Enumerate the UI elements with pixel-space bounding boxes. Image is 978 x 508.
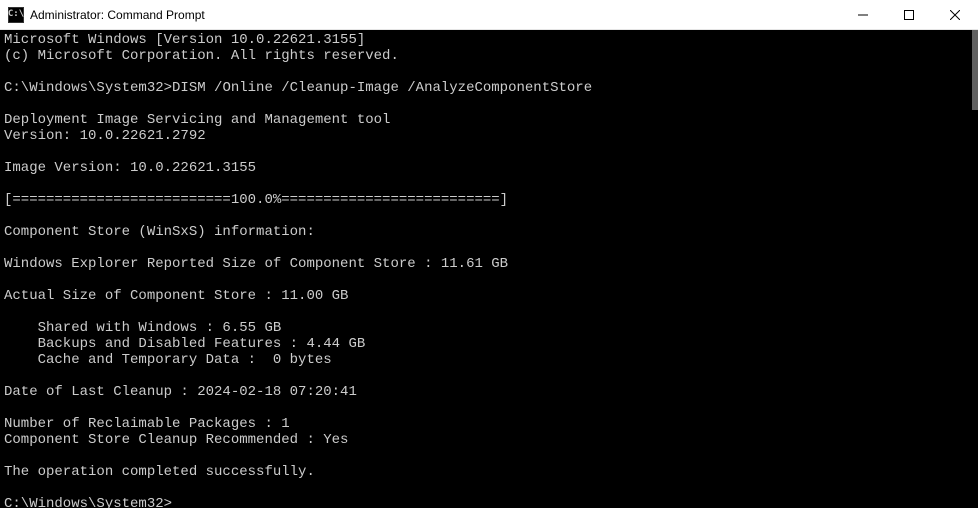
prompt-path: C:\Windows\System32> <box>4 80 172 96</box>
terminal-line: Actual Size of Component Store : 11.00 G… <box>4 288 348 304</box>
cmd-icon: C:\ <box>8 7 24 23</box>
terminal-line: Cache and Temporary Data : 0 bytes <box>4 352 332 368</box>
prompt-path: C:\Windows\System32> <box>4 496 172 508</box>
maximize-button[interactable] <box>886 0 932 29</box>
terminal-line: (c) Microsoft Corporation. All rights re… <box>4 48 399 64</box>
terminal-line: Date of Last Cleanup : 2024-02-18 07:20:… <box>4 384 357 400</box>
command-input: DISM /Online /Cleanup-Image /AnalyzeComp… <box>172 80 592 96</box>
terminal-line: Component Store Cleanup Recommended : Ye… <box>4 432 348 448</box>
minimize-button[interactable] <box>840 0 886 29</box>
scrollbar-thumb[interactable] <box>972 30 978 110</box>
terminal-line: Backups and Disabled Features : 4.44 GB <box>4 336 365 352</box>
maximize-icon <box>904 10 914 20</box>
terminal-line: Number of Reclaimable Packages : 1 <box>4 416 290 432</box>
terminal-line: Version: 10.0.22621.2792 <box>4 128 206 144</box>
terminal-line: The operation completed successfully. <box>4 464 315 480</box>
minimize-icon <box>858 10 868 20</box>
terminal-line: Component Store (WinSxS) information: <box>4 224 315 240</box>
terminal-area[interactable]: Microsoft Windows [Version 10.0.22621.31… <box>0 30 978 508</box>
terminal-line: Image Version: 10.0.22621.3155 <box>4 160 256 176</box>
terminal-line: Deployment Image Servicing and Managemen… <box>4 112 390 128</box>
close-icon <box>950 10 960 20</box>
titlebar[interactable]: C:\ Administrator: Command Prompt <box>0 0 978 30</box>
window-controls <box>840 0 978 29</box>
close-button[interactable] <box>932 0 978 29</box>
window-title: Administrator: Command Prompt <box>30 8 840 22</box>
terminal-line: Shared with Windows : 6.55 GB <box>4 320 281 336</box>
terminal-line: Microsoft Windows [Version 10.0.22621.31… <box>4 32 365 48</box>
progress-bar-line: [==========================100.0%=======… <box>4 192 508 208</box>
terminal-line: Windows Explorer Reported Size of Compon… <box>4 256 508 272</box>
